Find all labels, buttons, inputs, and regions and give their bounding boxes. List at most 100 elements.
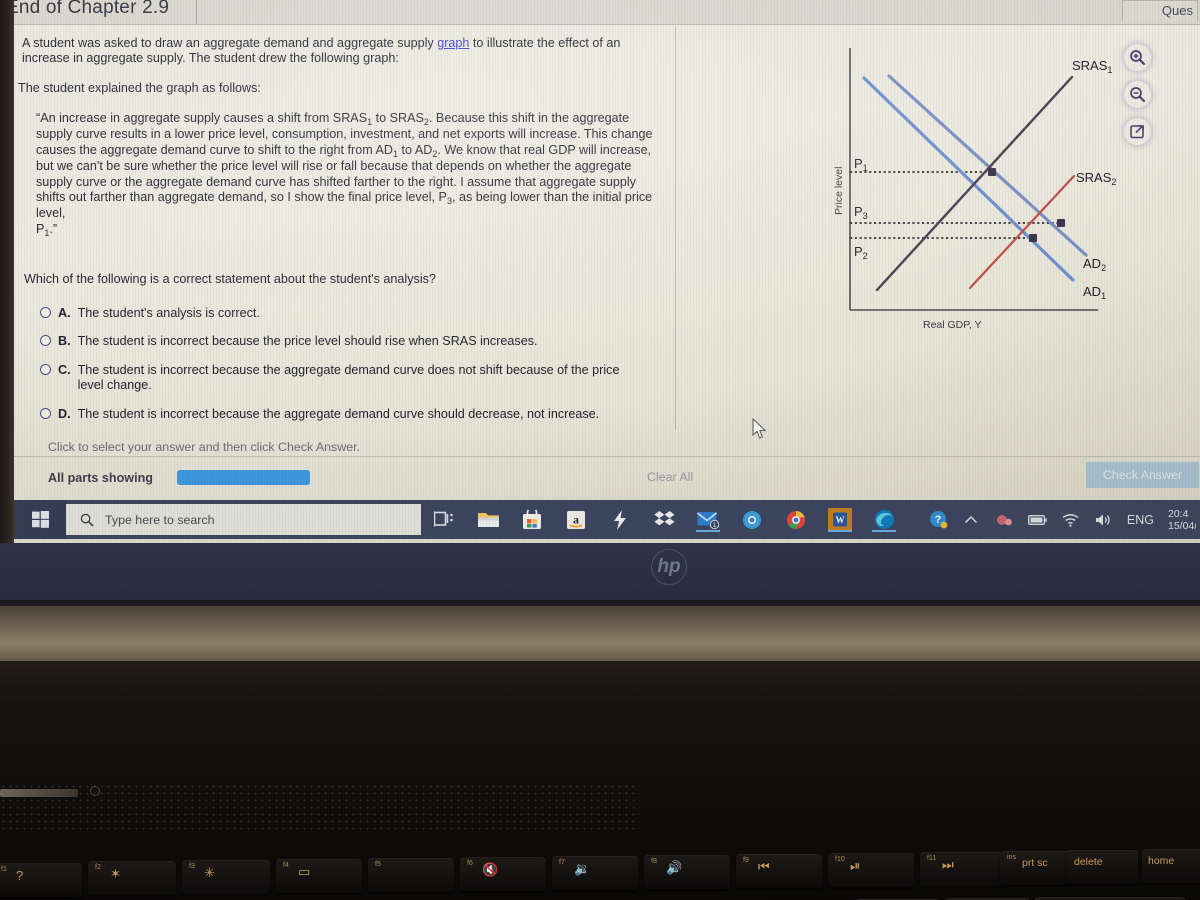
- word-icon[interactable]: W: [828, 507, 852, 532]
- key-f6[interactable]: f6 🔇: [460, 857, 546, 891]
- choice-a[interactable]: A. The student's analysis is correct.: [40, 306, 670, 321]
- key-f2-glyph: ✶: [110, 866, 121, 881]
- key-f3[interactable]: f3 ✳: [182, 860, 270, 894]
- chevron-up-icon[interactable]: [962, 510, 981, 529]
- choice-b-text: The student is incorrect because the pri…: [77, 334, 538, 349]
- mail-icon[interactable]: 1: [696, 508, 720, 532]
- file-explorer-icon[interactable]: [476, 508, 500, 532]
- key-f11[interactable]: f11 ⏭: [920, 852, 1004, 886]
- key-f2[interactable]: f2 ✶: [88, 861, 176, 895]
- key-prtsc-fn: ins: [1007, 854, 1016, 861]
- edge-icon[interactable]: [872, 508, 896, 532]
- laptop-deck: f1 ? f2 ✶ f3 ✳ f4 ▭ f5 f6 🔇 f7 🔉 f8 🔊 f9…: [0, 661, 1200, 900]
- as-ad-graph[interactable]: P1 P3 P2 SRAS1 SRAS2 AD2 AD1 Real GDP, Y…: [820, 40, 1120, 360]
- sras2-label: SRAS2: [1076, 170, 1116, 187]
- choice-b[interactable]: B. The student is incorrect because the …: [40, 334, 670, 349]
- wifi-icon[interactable]: [1061, 510, 1080, 529]
- key-f3-glyph: ✳: [204, 865, 215, 880]
- sras1-label: SRAS1: [1072, 58, 1112, 75]
- tab-separator: [196, 0, 197, 24]
- key-f8[interactable]: f8 🔊: [644, 855, 730, 889]
- key-f10-fn: f10: [835, 856, 845, 863]
- lightning-icon[interactable]: [608, 508, 632, 532]
- key-f8-glyph: 🔊: [666, 860, 683, 875]
- windows-logo-icon: [31, 511, 49, 528]
- key-f11-glyph: ⏭: [942, 857, 954, 872]
- tab-question[interactable]: Ques: [1122, 0, 1198, 21]
- footer-bar: All parts showing Clear All Check Answer: [14, 462, 1200, 498]
- key-f1[interactable]: f1 ?: [0, 863, 82, 897]
- p1-label: P1: [854, 156, 868, 173]
- hp-brand-logo: hp: [651, 549, 687, 585]
- svg-text:W: W: [835, 515, 844, 525]
- language-indicator[interactable]: ENG: [1127, 513, 1154, 527]
- laptop-screen: End of Chapter 2.9 Ques A student was as…: [0, 0, 1200, 543]
- radio-d[interactable]: [40, 407, 51, 419]
- clock[interactable]: 20:4 15/04/: [1168, 508, 1196, 532]
- key-f4-glyph: ▭: [298, 864, 311, 879]
- clear-all-button[interactable]: Clear All: [647, 470, 693, 484]
- radio-b[interactable]: [40, 335, 51, 347]
- key-prtsc[interactable]: ins prt sc: [1000, 851, 1070, 885]
- dropbox-icon[interactable]: [652, 508, 676, 532]
- key-f1-fn: f1: [1, 866, 7, 873]
- key-f9[interactable]: f9 ⏮: [736, 854, 822, 888]
- battery-icon[interactable]: [1027, 510, 1047, 529]
- choice-a-text: The student's analysis is correct.: [77, 306, 260, 320]
- volume-icon[interactable]: [1094, 510, 1113, 529]
- zoom-in-icon[interactable]: [1124, 44, 1151, 71]
- ad1-label: AD1: [1083, 284, 1106, 301]
- open-in-new-icon[interactable]: [1124, 118, 1151, 145]
- key-f8-fn: f8: [651, 858, 657, 865]
- app-tray-icon[interactable]: [995, 510, 1014, 529]
- laptop-deck-top: [0, 606, 1200, 666]
- amazon-icon[interactable]: a: [564, 508, 588, 532]
- equilibrium-p1: [988, 168, 996, 176]
- key-f4[interactable]: f4 ▭: [276, 859, 362, 893]
- chrome-icon[interactable]: [740, 508, 764, 532]
- tab-title[interactable]: End of Chapter 2.9: [6, 0, 169, 19]
- check-answer-button[interactable]: Check Answer: [1086, 462, 1199, 488]
- search-input[interactable]: Type here to search: [66, 504, 421, 535]
- key-f10-glyph: ⏯: [850, 858, 861, 873]
- graph-link[interactable]: graph: [437, 36, 469, 50]
- deck-trim-strip: [0, 789, 78, 797]
- explain-lead: The student explained the graph as follo…: [18, 81, 261, 95]
- key-home-label: home: [1148, 855, 1175, 867]
- chrome-alt-icon[interactable]: [784, 508, 808, 532]
- progress-bar: [177, 470, 310, 485]
- choice-c[interactable]: C. The student is incorrect because the …: [40, 363, 670, 394]
- screen-lower-bezel: [0, 543, 1200, 606]
- task-view-icon[interactable]: [432, 508, 456, 532]
- equilibrium-p3: [1057, 219, 1065, 227]
- search-icon: [80, 513, 94, 527]
- key-f5[interactable]: f5: [368, 858, 454, 892]
- choice-c-text: The student is incorrect because the agg…: [77, 362, 620, 393]
- choice-d-letter: D.: [58, 406, 71, 421]
- answer-choices: A. The student's analysis is correct. B.…: [40, 306, 670, 435]
- key-f10[interactable]: f10 ⏯: [828, 853, 914, 887]
- key-f2-fn: f2: [95, 864, 101, 871]
- radio-a[interactable]: [40, 307, 51, 318]
- key-delete-label: delete: [1074, 856, 1103, 868]
- key-f9-glyph: ⏮: [758, 859, 770, 874]
- key-delete[interactable]: delete: [1066, 850, 1138, 884]
- microsoft-store-icon[interactable]: [520, 508, 544, 532]
- key-f11-fn: f11: [927, 855, 937, 862]
- svg-text:a: a: [573, 512, 579, 526]
- key-home[interactable]: home: [1142, 849, 1200, 883]
- key-prtsc-label: prt sc: [1022, 857, 1048, 869]
- key-f7[interactable]: f7 🔉: [552, 856, 638, 890]
- windows-taskbar: Type here to search a 1 W ? ENG 20:4 15/…: [14, 500, 1200, 539]
- choice-d[interactable]: D. The student is incorrect because the …: [40, 407, 670, 422]
- mail-badge-count: 1: [712, 522, 716, 529]
- screen-bezel-left: [0, 0, 14, 543]
- ad2-label: AD2: [1083, 256, 1106, 273]
- start-button[interactable]: [14, 500, 66, 539]
- help-icon[interactable]: ?: [929, 510, 948, 529]
- radio-c[interactable]: [40, 363, 51, 375]
- panel-divider: [675, 26, 676, 430]
- key-f9-fn: f9: [743, 857, 749, 864]
- zoom-out-icon[interactable]: [1124, 81, 1151, 108]
- ad1-curve: [862, 76, 1075, 282]
